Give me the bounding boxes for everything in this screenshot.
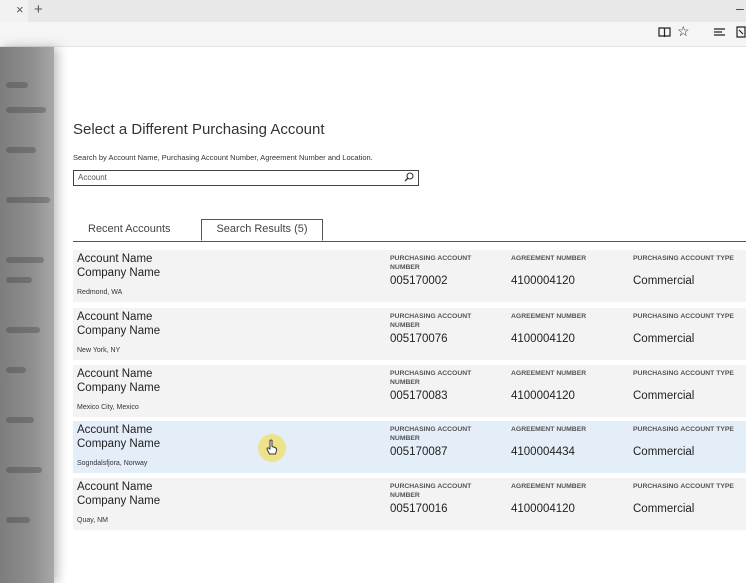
company-name: Company Name [77,267,161,279]
column-label-purchasing-account-type: PURCHASING ACCOUNT TYPE [633,483,734,490]
page-title: Select a Different Purchasing Account [73,121,325,138]
location: Mexico City, Mexico [77,404,139,411]
agreement-number: 4100004120 [511,333,575,345]
browser-tab-bar: × + – [0,0,746,23]
column-label-agreement-number: AGREEMENT NUMBER [511,426,587,433]
column-label-purchasing-account-number: PURCHASING ACCOUNT NUMBER [390,313,472,329]
location: Quay, NM [77,517,108,524]
favorite-star-icon[interactable]: ☆ [677,23,690,40]
touch-cursor-highlight [258,434,286,462]
agreement-number: 4100004434 [511,446,575,458]
table-row[interactable]: Account Name Company Name Mexico City, M… [73,365,746,417]
column-label-purchasing-account-number: PURCHASING ACCOUNT NUMBER [390,255,472,271]
purchasing-account-number: 005170087 [390,446,448,458]
account-name: Account Name [77,424,153,436]
web-note-icon[interactable] [736,25,746,41]
close-icon[interactable]: × [16,2,24,17]
location: Sogndalsfjora, Norway [77,460,148,467]
dimmed-side-panel [0,47,54,583]
column-label-agreement-number: AGREEMENT NUMBER [511,313,587,320]
account-name: Account Name [77,481,153,493]
agreement-number: 4100004120 [511,503,575,515]
table-row[interactable]: Account Name Company Name New York, NY P… [73,308,746,360]
company-name: Company Name [77,495,161,507]
company-name: Company Name [77,438,161,450]
tab-recent-accounts[interactable]: Recent Accounts [88,223,171,235]
account-name: Account Name [77,368,153,380]
column-label-purchasing-account-number: PURCHASING ACCOUNT NUMBER [390,483,472,499]
column-label-purchasing-account-type: PURCHASING ACCOUNT TYPE [633,313,734,320]
browser-toolbar: ☆ [0,22,746,47]
results-tabs: Recent Accounts Search Results (5) [73,219,746,242]
hand-pointer-icon [266,439,278,458]
column-label-purchasing-account-number: PURCHASING ACCOUNT NUMBER [390,370,472,386]
company-name: Company Name [77,382,161,394]
location: New York, NY [77,347,121,354]
purchasing-account-type: Commercial [633,275,695,287]
column-label-agreement-number: AGREEMENT NUMBER [511,483,587,490]
table-row[interactable]: Account Name Company Name Quay, NM PURCH… [73,478,746,530]
minimize-icon[interactable]: – [736,0,744,16]
reading-view-icon[interactable] [658,25,671,41]
search-input[interactable]: Account [73,170,419,186]
account-name: Account Name [77,253,153,265]
column-label-agreement-number: AGREEMENT NUMBER [511,255,587,262]
location: Redmond, WA [77,289,123,296]
agreement-number: 4100004120 [511,275,575,287]
purchasing-account-number: 005170076 [390,333,448,345]
purchasing-account-type: Commercial [633,390,695,402]
company-name: Company Name [77,325,161,337]
search-instructions: Search by Account Name, Purchasing Accou… [73,153,373,162]
table-row[interactable]: Account Name Company Name Redmond, WA PU… [73,250,746,302]
search-placeholder: Account [78,173,107,182]
purchasing-account-type: Commercial [633,503,695,515]
search-icon[interactable] [404,172,414,185]
account-name: Account Name [77,311,153,323]
column-label-purchasing-account-type: PURCHASING ACCOUNT TYPE [633,255,734,262]
column-label-purchasing-account-type: PURCHASING ACCOUNT TYPE [633,426,734,433]
agreement-number: 4100004120 [511,390,575,402]
column-label-purchasing-account-type: PURCHASING ACCOUNT TYPE [633,370,734,377]
column-label-agreement-number: AGREEMENT NUMBER [511,370,587,377]
new-tab-icon[interactable]: + [34,1,43,18]
browser-tab[interactable]: × [0,0,28,22]
column-label-purchasing-account-number: PURCHASING ACCOUNT NUMBER [390,426,472,442]
purchasing-account-number: 005170016 [390,503,448,515]
purchasing-account-number: 005170083 [390,390,448,402]
purchasing-account-type: Commercial [633,333,695,345]
tab-search-results[interactable]: Search Results (5) [201,219,323,241]
table-row-selected[interactable]: Account Name Company Name Sogndalsfjora,… [73,421,746,473]
purchasing-account-number: 005170002 [390,275,448,287]
hub-icon[interactable] [713,25,726,41]
purchasing-account-type: Commercial [633,446,695,458]
